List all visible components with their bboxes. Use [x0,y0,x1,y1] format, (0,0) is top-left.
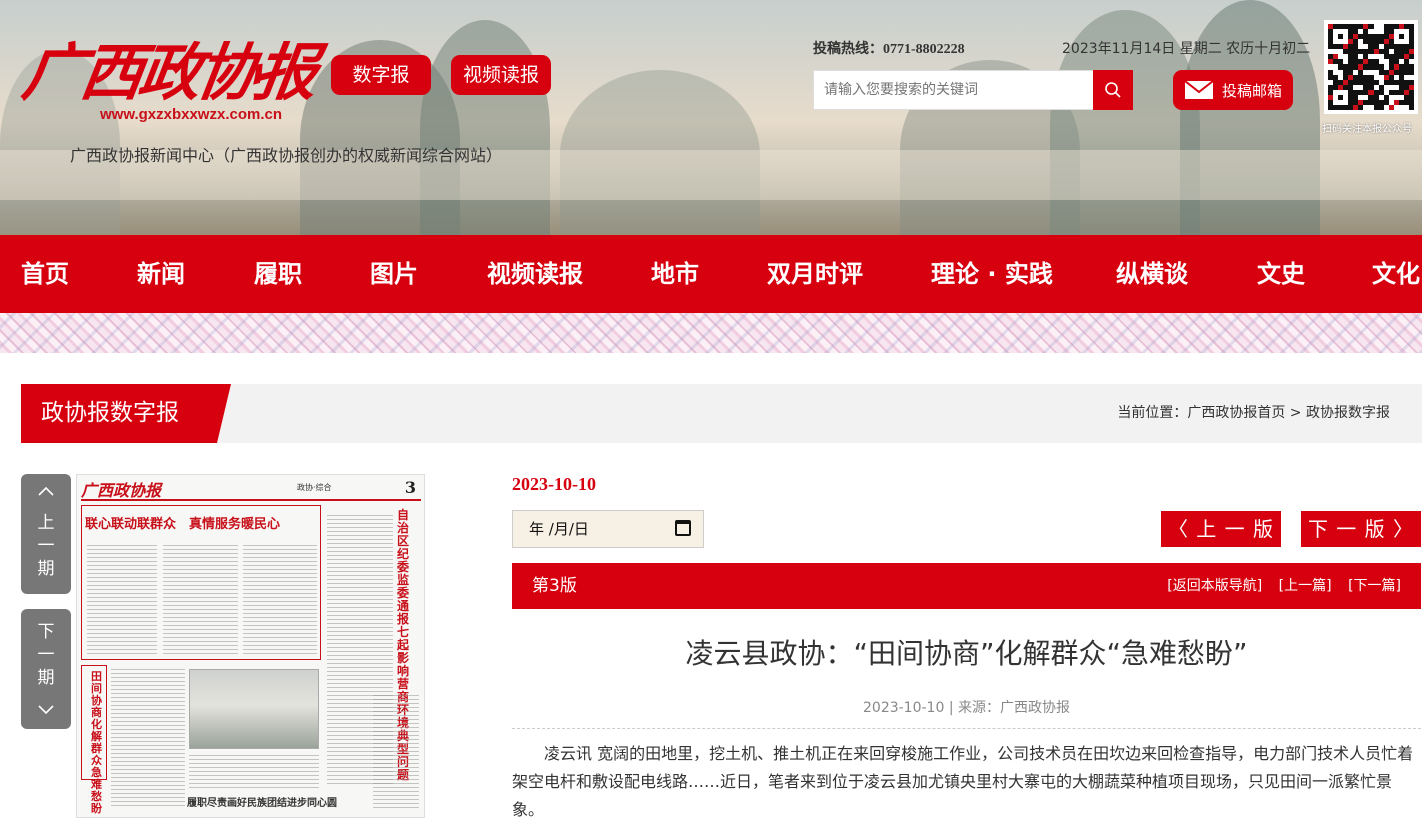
paper-headline[interactable]: 履职尽责画好民族团结进步同心圆 [187,794,337,809]
next-issue-label: 一 [37,645,55,665]
chevron-down-icon [38,705,54,715]
site-logo[interactable]: 广西政协报 [18,22,321,112]
date-picker-input[interactable]: 年 /月/日 [512,510,704,548]
breadcrumb-home-link[interactable]: 广西政协报首页 [1187,405,1285,421]
current-date: 2023年11月14日 星期二 农历十月初二 [1062,41,1311,57]
nav-item-talk[interactable]: 纵横谈 [1116,235,1188,313]
nav-item-culture[interactable]: 文化 [1372,235,1420,313]
prev-issue-label: 期 [37,559,55,579]
section-bar: 政协报数字报 当前位置：广西政协报首页 > 政协报数字报 [21,384,1422,443]
nav-item-photos[interactable]: 图片 [370,235,418,313]
paper-photo [189,669,319,749]
paper-headline[interactable]: 田间协商化解群众急难愁盼 [91,671,105,815]
paper-masthead: 广西政协报 [81,481,162,500]
paper-page-caption: 政协·综合 [297,483,332,492]
newspaper-page-image[interactable]: 广西政协报 政协·综合 3 联心联动联群众 真情服务暖民心 自治区纪委监委通报七… [76,474,425,818]
prev-issue-button[interactable]: 上 一 期 [21,474,71,594]
prev-issue-label: 一 [37,536,55,556]
prev-article-link[interactable]: [上一篇] [1279,578,1332,594]
paper-headline[interactable]: 联心联动联群众 真情服务暖民心 [85,513,280,532]
video-read-button[interactable]: 视频读报 [451,55,551,95]
article-meta: 2023-10-10 | 来源：广西政协报 [512,697,1421,717]
next-version-button[interactable]: 下 一 版 〉 [1301,511,1421,547]
site-url: www.gxzxbxxwzx.com.cn [100,106,282,123]
issue-date: 2023-10-10 [512,474,596,494]
nav-item-theory[interactable]: 理论 · 实践 [931,235,1053,313]
submission-mail-button[interactable]: 投稿邮箱 [1173,70,1293,110]
prev-version-button[interactable]: 〈 上 一 版 [1161,511,1281,547]
mail-icon [1184,80,1214,99]
search-input[interactable] [814,71,1094,109]
article-title: 凌云县政协：“田间协商”化解群众“急难愁盼” [685,637,1248,670]
digital-paper-button[interactable]: 数字报 [331,55,431,95]
nav-item-duty[interactable]: 履职 [254,235,302,313]
section-title: 政协报数字报 [21,384,231,443]
next-article-link[interactable]: [下一篇] [1348,578,1401,594]
edition-label: 第3版 [532,576,577,596]
article-meta-separator: | 来源： [944,700,1000,716]
site-header: 广西政协报 www.gxzxbxxwzx.com.cn 广西政协报新闻中心（广西… [0,0,1422,235]
breadcrumb-prefix: 当前位置： [1117,405,1188,421]
prev-issue-label: 上 [37,513,55,533]
site-description: 广西政协报新闻中心（广西政协报创办的权威新闻综合网站） [70,146,503,165]
next-issue-button[interactable]: 下 一 期 [21,609,71,729]
search-icon [1105,82,1121,98]
search-box [813,70,1133,110]
nav-item-news[interactable]: 新闻 [137,235,185,313]
back-to-nav-link[interactable]: [返回本版导航] [1167,578,1262,594]
date-picker-value: 年 /月/日 [529,520,589,538]
nav-item-home[interactable]: 首页 [21,235,69,313]
calendar-icon[interactable] [675,520,691,536]
next-issue-label: 下 [37,622,55,642]
article-body: 凌云讯 宽阔的田地里，挖土机、推土机正在来回穿梭施工作业，公司技术员在田坎边来回… [512,744,1414,819]
breadcrumb-separator: > [1285,405,1306,421]
decorative-pattern-band [0,313,1422,353]
main-nav: 首页 新闻 履职 图片 视频读报 地市 双月时评 理论 · 实践 纵横谈 文史 … [0,235,1422,313]
nav-item-video[interactable]: 视频读报 [487,235,583,313]
next-issue-label: 期 [37,668,55,688]
chevron-up-icon [38,486,54,496]
hotline-text: 投稿热线：0771-8802228 [813,42,965,57]
breadcrumb-current-link[interactable]: 政协报数字报 [1306,405,1390,421]
article-date: 2023-10-10 [863,700,945,716]
paper-page-number: 3 [404,478,416,497]
qr-code [1324,20,1418,114]
mail-button-label: 投稿邮箱 [1221,81,1282,100]
article-source: 广西政协报 [1000,700,1070,716]
nav-item-history[interactable]: 文史 [1257,235,1305,313]
qr-caption: 扫码关注本报公众号 [1322,124,1412,135]
nav-item-cities[interactable]: 地市 [651,235,699,313]
search-button[interactable] [1093,70,1133,110]
breadcrumb: 当前位置：广西政协报首页 > 政协报数字报 [1117,384,1390,443]
edition-bar: 第3版 [返回本版导航] [上一篇] [下一篇] [512,563,1421,609]
nav-item-commentary[interactable]: 双月时评 [767,235,863,313]
